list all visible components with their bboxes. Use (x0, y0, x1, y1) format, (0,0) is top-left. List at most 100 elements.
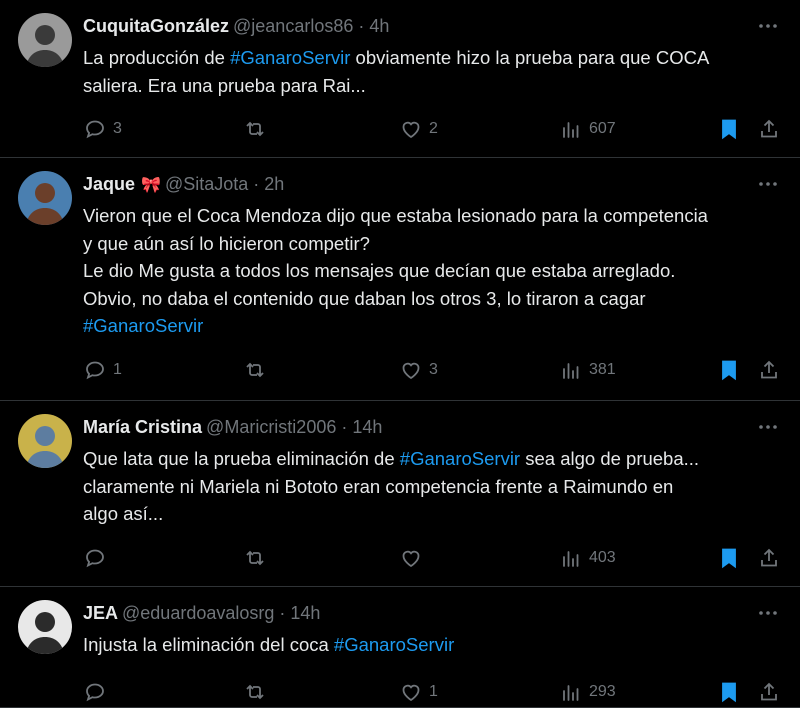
more-options-icon[interactable] (756, 172, 780, 196)
text-segment: Injusta la eliminación del coca (83, 634, 334, 655)
share-button[interactable] (757, 357, 781, 383)
author-name[interactable]: María Cristina (83, 417, 202, 437)
action-bar: 403 (83, 545, 782, 571)
avatar[interactable] (18, 13, 72, 67)
bookmark-icon (717, 358, 741, 382)
avatar[interactable] (18, 600, 72, 654)
tweet-text: Vieron que el Coca Mendoza dijo que esta… (83, 202, 786, 340)
tweet[interactable]: JEA @eduardoavalosrg · 14h Injusta la elim… (0, 587, 800, 708)
heart-icon (399, 546, 423, 570)
retweet-button[interactable] (243, 357, 273, 383)
author-handle[interactable]: @jeancarlos86 (233, 16, 353, 36)
bookmark-button[interactable] (717, 357, 741, 383)
action-bar: 1 293 (83, 679, 782, 705)
retweet-icon (243, 358, 267, 382)
heart-icon (399, 358, 423, 382)
tweet-text-line: saliera. Era una prueba para Rai... (83, 72, 786, 100)
share-button[interactable] (757, 116, 781, 142)
avatar[interactable] (18, 171, 72, 225)
views-count: 381 (589, 361, 616, 378)
reply-icon (83, 546, 107, 570)
retweet-button[interactable] (243, 116, 273, 142)
separator-dot: · (336, 417, 353, 437)
views-button[interactable]: 403 (559, 545, 616, 571)
text-segment: La producción de (83, 47, 231, 68)
text-segment: saliera. Era una prueba para Rai... (83, 74, 366, 96)
bookmark-icon (717, 680, 741, 704)
text-segment: obviamente hizo la prueba para que COCA (350, 47, 710, 68)
tweet-text-line: Vieron que el Coca Mendoza dijo que esta… (83, 202, 786, 230)
replies-count: 1 (113, 361, 122, 378)
tweet[interactable]: Jaque 🎀 @SitaJota · 2h Vieron que el Coca M… (0, 158, 800, 401)
tweet-text-line: claramente ni Mariela ni Bototo eran com… (83, 473, 786, 501)
share-icon (757, 117, 781, 141)
views-button[interactable]: 607 (559, 116, 616, 142)
likes-count: 2 (429, 120, 438, 137)
bookmark-button[interactable] (717, 679, 741, 705)
like-button[interactable]: 2 (399, 116, 438, 142)
hashtag-link[interactable]: #GanaroServir (334, 634, 454, 655)
views-button[interactable]: 381 (559, 357, 616, 383)
reply-button[interactable] (83, 679, 113, 705)
likes-count: 3 (429, 361, 438, 378)
like-button[interactable]: 3 (399, 357, 438, 383)
likes-count: 1 (429, 683, 438, 700)
avatar[interactable] (18, 414, 72, 468)
tweet-text-line: Que lata que la prueba eliminación de #G… (83, 445, 786, 473)
action-bar: 1 3 381 (83, 357, 782, 383)
bookmark-button[interactable] (717, 116, 741, 142)
timestamp[interactable]: 4h (369, 16, 389, 36)
tweet-text-line: Obvio, no daba el contenido que daban lo… (83, 285, 786, 313)
tweet-text: Que lata que la prueba eliminación de #G… (83, 445, 786, 528)
more-options-icon[interactable] (756, 601, 780, 625)
views-chart-icon (559, 680, 583, 704)
replies-count: 3 (113, 120, 122, 137)
views-count: 293 (589, 683, 616, 700)
like-button[interactable]: 1 (399, 679, 438, 705)
more-options-icon[interactable] (756, 14, 780, 38)
views-count: 403 (589, 549, 616, 566)
retweet-icon (243, 546, 267, 570)
author-name[interactable]: CuquitaGonzález (83, 16, 229, 36)
tweet-text-line: algo así... (83, 500, 786, 528)
reply-button[interactable] (83, 545, 113, 571)
author-handle[interactable]: @Maricristi2006 (206, 417, 336, 437)
tweet-text-line: #GanaroServir (83, 312, 786, 340)
share-button[interactable] (757, 679, 781, 705)
tweet-text-line: Injusta la eliminación del coca #GanaroS… (83, 631, 786, 659)
author-handle[interactable]: @SitaJota (165, 174, 248, 194)
reply-icon (83, 680, 107, 704)
author-name[interactable]: JEA (83, 603, 118, 623)
share-icon (757, 546, 781, 570)
views-button[interactable]: 293 (559, 679, 616, 705)
tweet-text: Injusta la eliminación del coca #GanaroS… (83, 631, 786, 659)
bookmark-button[interactable] (717, 545, 741, 571)
timestamp[interactable]: 14h (352, 417, 382, 437)
reply-button[interactable]: 3 (83, 116, 122, 142)
hashtag-link[interactable]: #GanaroServir (230, 47, 350, 68)
text-segment: sea algo de prueba... (520, 448, 700, 469)
author-name[interactable]: Jaque (83, 174, 135, 194)
author-handle[interactable]: @eduardoavalosrg (122, 603, 274, 623)
tweet-feed: CuquitaGonzález @jeancarlos86 · 4h La prod… (0, 0, 800, 708)
reply-button[interactable]: 1 (83, 357, 122, 383)
tweet[interactable]: CuquitaGonzález @jeancarlos86 · 4h La prod… (0, 0, 800, 158)
hashtag-link[interactable]: #GanaroServir (400, 448, 520, 469)
action-bar: 3 2 607 (83, 116, 782, 142)
hashtag-link[interactable]: #GanaroServir (83, 315, 203, 336)
separator-dot: · (248, 174, 265, 194)
timestamp[interactable]: 2h (264, 174, 284, 194)
timestamp[interactable]: 14h (290, 603, 320, 623)
text-segment: Que lata que la prueba eliminación de (83, 448, 400, 469)
retweet-button[interactable] (243, 545, 273, 571)
more-options-icon[interactable] (756, 415, 780, 439)
heart-icon (399, 117, 423, 141)
like-button[interactable] (399, 545, 429, 571)
retweet-button[interactable] (243, 679, 273, 705)
tweet-header: CuquitaGonzález @jeancarlos86 · 4h (83, 14, 740, 38)
text-segment: claramente ni Mariela ni Bototo eran com… (83, 475, 674, 497)
tweet-text: La producción de #GanaroServir obviament… (83, 44, 786, 99)
tweet[interactable]: María Cristina @Maricristi2006 · 14h Que l… (0, 401, 800, 587)
views-count: 607 (589, 120, 616, 137)
share-button[interactable] (757, 545, 781, 571)
